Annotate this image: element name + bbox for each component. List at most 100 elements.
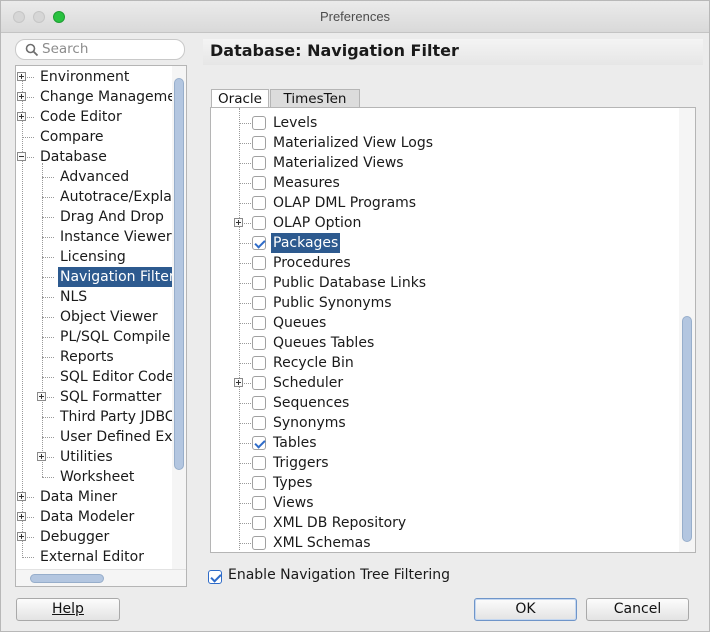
filter-item-label[interactable]: Views: [271, 493, 316, 513]
filter-item-label[interactable]: Materialized Views: [271, 153, 406, 173]
filter-item-label[interactable]: Recycle Bin: [271, 353, 356, 373]
filter-checkbox[interactable]: [252, 316, 266, 330]
expand-icon[interactable]: [17, 492, 26, 501]
filter-item-label[interactable]: Queues: [271, 313, 328, 333]
title-bar: Preferences: [1, 1, 709, 33]
filter-item-label[interactable]: Measures: [271, 173, 342, 193]
filter-item-label[interactable]: XML DB Repository: [271, 513, 408, 533]
search-input[interactable]: Search: [15, 39, 185, 60]
tree-item[interactable]: Change Manageme: [40, 87, 176, 107]
filter-item-label[interactable]: Tables: [271, 433, 319, 453]
filter-item-label[interactable]: Materialized View Logs: [271, 133, 435, 153]
filter-list-vertical-scroll-thumb[interactable]: [682, 316, 692, 542]
filter-item-label[interactable]: Synonyms: [271, 413, 348, 433]
filter-item-label[interactable]: Levels: [271, 113, 319, 133]
tree-item[interactable]: Data Modeler: [40, 507, 134, 527]
filter-item-label[interactable]: Types: [271, 473, 314, 493]
filter-checkbox[interactable]: [252, 276, 266, 290]
tree-guide-line: [42, 317, 54, 318]
tab-oracle[interactable]: Oracle: [211, 89, 269, 108]
filter-item-label[interactable]: Sequences: [271, 393, 351, 413]
filter-checkbox[interactable]: [252, 396, 266, 410]
filter-checkbox[interactable]: [252, 516, 266, 530]
filter-checkbox[interactable]: [252, 176, 266, 190]
category-tree-horizontal-scroll-thumb[interactable]: [30, 574, 104, 583]
expand-icon[interactable]: [17, 512, 26, 521]
tree-item[interactable]: NLS: [60, 287, 87, 307]
filter-checkbox[interactable]: [252, 376, 266, 390]
filter-checkbox[interactable]: [252, 116, 266, 130]
tab-timesten[interactable]: TimesTen: [270, 89, 360, 108]
expand-icon[interactable]: [234, 378, 243, 387]
ok-button[interactable]: OK: [474, 598, 577, 621]
filter-item-label[interactable]: Triggers: [271, 453, 331, 473]
filter-checkbox[interactable]: [252, 296, 266, 310]
filter-checkbox[interactable]: [252, 216, 266, 230]
expand-icon[interactable]: [37, 452, 46, 461]
filter-checkbox[interactable]: [252, 436, 266, 450]
enable-filtering-checkbox[interactable]: [208, 570, 222, 584]
tree-item[interactable]: Utilities: [60, 447, 113, 467]
filter-checkbox[interactable]: [252, 136, 266, 150]
filter-item-label[interactable]: Queues Tables: [271, 333, 376, 353]
tree-item[interactable]: Code Editor: [40, 107, 122, 127]
cancel-button[interactable]: Cancel: [586, 598, 689, 621]
tree-item[interactable]: Database: [40, 147, 107, 167]
tree-item[interactable]: Advanced: [60, 167, 129, 187]
filter-item-label[interactable]: OLAP Option: [271, 213, 363, 233]
filter-item-label[interactable]: Procedures: [271, 253, 353, 273]
tree-item[interactable]: SQL Editor Code: [60, 367, 174, 387]
list-guide-line: [239, 463, 251, 464]
expand-icon[interactable]: [17, 112, 26, 121]
tree-item[interactable]: Compare: [40, 127, 104, 147]
tree-item[interactable]: PL/SQL Compile: [60, 327, 170, 347]
tree-guide-line: [22, 72, 23, 556]
tree-item[interactable]: SQL Formatter: [60, 387, 161, 407]
filter-checkbox[interactable]: [252, 256, 266, 270]
tree-item[interactable]: Worksheet: [60, 467, 134, 487]
list-guide-line: [239, 183, 251, 184]
filter-checkbox[interactable]: [252, 236, 266, 250]
filter-item-label[interactable]: Scheduler: [271, 373, 345, 393]
filter-checkbox[interactable]: [252, 156, 266, 170]
tree-guide-line: [22, 137, 34, 138]
tree-item[interactable]: Reports: [60, 347, 114, 367]
tree-item[interactable]: Data Miner: [40, 487, 117, 507]
filter-checkbox[interactable]: [252, 336, 266, 350]
tree-item[interactable]: Licensing: [60, 247, 126, 267]
tree-item[interactable]: Third Party JDBC: [60, 407, 175, 427]
filter-checkbox[interactable]: [252, 476, 266, 490]
tree-item[interactable]: Environment: [40, 67, 129, 87]
navigation-filter-list[interactable]: Levels Materialized View Logs Materialized…: [210, 107, 696, 553]
help-button[interactable]: Help: [16, 598, 120, 621]
filter-item-label[interactable]: OLAP DML Programs: [271, 193, 418, 213]
filter-checkbox[interactable]: [252, 496, 266, 510]
filter-item-label[interactable]: Public Database Links: [271, 273, 428, 293]
tree-item[interactable]: Object Viewer: [60, 307, 158, 327]
expand-icon[interactable]: [17, 72, 26, 81]
collapse-icon[interactable]: [17, 152, 26, 161]
filter-checkbox[interactable]: [252, 416, 266, 430]
filter-item-label[interactable]: XML Schemas: [271, 533, 373, 552]
expand-icon[interactable]: [37, 392, 46, 401]
tree-item[interactable]: User Defined Ext: [60, 427, 178, 447]
list-guide-line: [239, 483, 251, 484]
tree-item[interactable]: Navigation Filter: [58, 267, 177, 287]
filter-checkbox[interactable]: [252, 196, 266, 210]
filter-checkbox[interactable]: [252, 356, 266, 370]
expand-icon[interactable]: [17, 92, 26, 101]
filter-checkbox[interactable]: [252, 536, 266, 550]
expand-icon[interactable]: [17, 532, 26, 541]
list-guide-line: [239, 283, 251, 284]
filter-item-label[interactable]: Packages: [271, 233, 341, 253]
category-tree-vertical-scroll-thumb[interactable]: [174, 78, 184, 470]
tree-item[interactable]: Instance Viewer: [60, 227, 172, 247]
tree-item[interactable]: Autotrace/Expla: [60, 187, 172, 207]
filter-checkbox[interactable]: [252, 456, 266, 470]
tree-item[interactable]: External Editor: [40, 547, 144, 567]
expand-icon[interactable]: [234, 218, 243, 227]
tree-item[interactable]: Drag And Drop: [60, 207, 164, 227]
preferences-category-tree[interactable]: Environment Change Manageme Code Editor Com…: [15, 65, 187, 587]
tree-item[interactable]: Debugger: [40, 527, 109, 547]
filter-item-label[interactable]: Public Synonyms: [271, 293, 394, 313]
